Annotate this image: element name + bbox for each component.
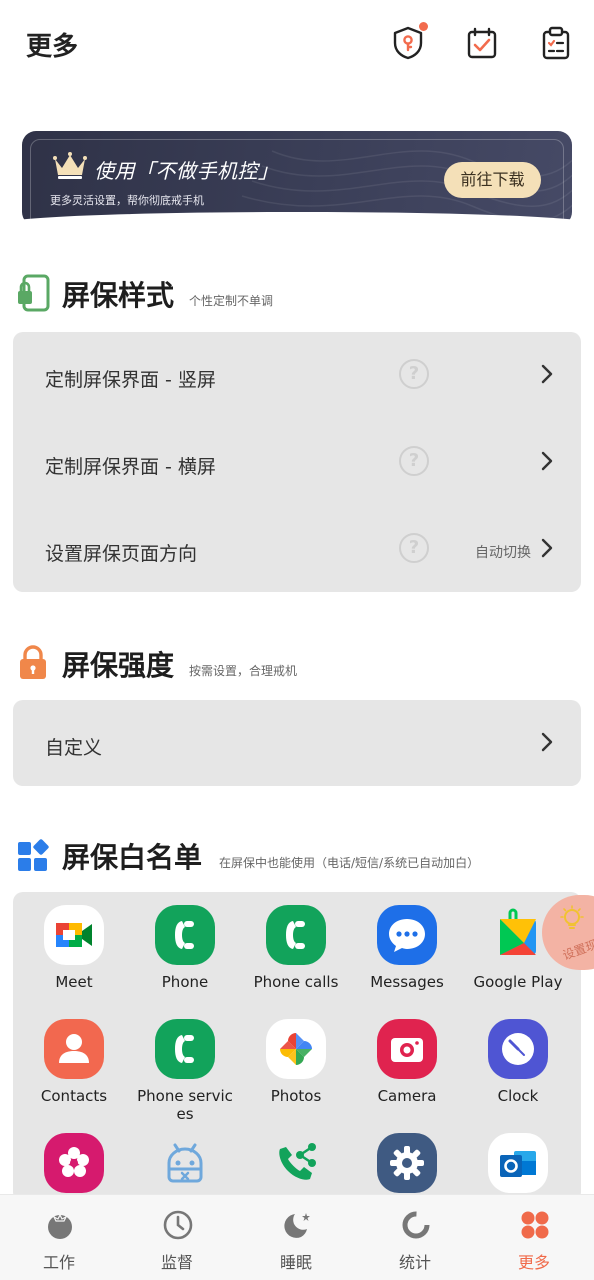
chevron-right-icon	[539, 360, 555, 388]
google-meet-icon	[44, 905, 104, 965]
app-item-camera[interactable]: Camera	[357, 1006, 457, 1120]
flower-app-icon	[44, 1133, 104, 1193]
section-header-strength: 屏保强度 按需设置，合理戒机	[16, 642, 576, 686]
app-label: Google Play	[473, 973, 563, 991]
banner-curve-mask	[0, 212, 594, 242]
app-label: Messages	[370, 973, 444, 991]
strength-settings-card: 自定义	[13, 700, 581, 786]
app-item-phone-calls[interactable]: Phone calls	[246, 892, 346, 1006]
clock-tab-icon	[162, 1209, 194, 1241]
android-robot-icon	[155, 1133, 215, 1193]
app-item-contacts[interactable]: Contacts	[24, 1006, 124, 1120]
phone-calls-icon	[266, 905, 326, 965]
row-screen-orientation[interactable]: 设置屏保页面方向 ? 自动切换	[13, 506, 581, 592]
app-label: Meet	[55, 973, 93, 991]
row-label: 自定义	[45, 737, 103, 759]
phone-icon	[155, 905, 215, 965]
app-item-photos[interactable]: Photos	[246, 1006, 346, 1120]
section-subtitle-whitelist: 在屏保中也能使用（电话/短信/系统已自动加白）	[219, 856, 480, 870]
camera-icon	[377, 1019, 437, 1079]
contacts-icon	[44, 1019, 104, 1079]
task-calendar-icon[interactable]	[466, 26, 498, 60]
app-item-messages[interactable]: Messages	[357, 892, 457, 1006]
tab-label: 睡眠	[279, 1253, 312, 1272]
tab-sleep[interactable]: 睡眠	[237, 1195, 355, 1280]
app-label: Phone services	[137, 1087, 233, 1123]
crown-icon	[53, 152, 87, 179]
header: 更多	[0, 0, 594, 90]
app-label: Photos	[270, 1087, 322, 1105]
app-item-flower[interactable]	[24, 1120, 124, 1202]
tab-label: 监督	[160, 1253, 193, 1272]
app-item-clock[interactable]: Clock	[468, 1006, 568, 1120]
app-grid-icon	[16, 836, 50, 874]
row-custom-strength[interactable]: 自定义	[13, 700, 581, 786]
orientation-value: 自动切换	[475, 545, 531, 561]
app-item-phone-services[interactable]: Phone services	[135, 1006, 235, 1123]
floating-label: 设置现	[560, 937, 594, 963]
tab-label: 更多	[517, 1253, 550, 1272]
section-title-style: 屏保样式	[62, 279, 175, 312]
help-icon[interactable]: ?	[399, 359, 429, 389]
section-title-strength: 屏保强度	[62, 649, 175, 682]
app-item-outlook[interactable]	[468, 1120, 568, 1202]
app-label: Phone	[161, 973, 209, 991]
tab-more[interactable]: 更多	[475, 1195, 593, 1280]
shield-key-icon[interactable]	[392, 22, 428, 60]
app-item-settings[interactable]	[357, 1120, 457, 1202]
banner-title: 使用「不做手机控」	[94, 159, 279, 183]
chevron-right-icon	[539, 534, 555, 562]
call-share-icon	[266, 1133, 326, 1193]
section-subtitle-style: 个性定制不单调	[189, 294, 274, 308]
tab-label: 统计	[398, 1253, 431, 1272]
google-play-icon	[488, 905, 548, 965]
padlock-icon	[16, 644, 50, 682]
section-header-style: 屏保样式 个性定制不单调	[16, 272, 576, 316]
tomato-icon	[44, 1209, 76, 1241]
tab-work[interactable]: 工作	[0, 1195, 118, 1280]
app-item-phone[interactable]: Phone	[135, 892, 235, 1006]
app-label: Phone calls	[253, 973, 339, 991]
grid-more-icon	[519, 1209, 551, 1241]
page-title: 更多	[26, 32, 79, 62]
row-portrait-screensaver[interactable]: 定制屏保界面 - 竖屏 ?	[13, 332, 581, 418]
notification-dot	[419, 22, 428, 31]
chevron-right-icon	[539, 728, 555, 756]
banner-subtitle: 更多灵活设置，帮你彻底戒手机	[50, 194, 204, 207]
messages-icon	[377, 905, 437, 965]
google-photos-icon	[266, 1019, 326, 1079]
lightbulb-icon	[560, 905, 584, 929]
section-header-whitelist: 屏保白名单 在屏保中也能使用（电话/短信/系统已自动加白）	[16, 834, 586, 878]
row-label: 定制屏保界面 - 横屏	[45, 456, 216, 478]
outlook-icon	[488, 1133, 548, 1193]
app-label: Camera	[377, 1087, 437, 1105]
phone-lock-icon	[16, 274, 50, 312]
tab-label: 工作	[42, 1253, 75, 1272]
row-landscape-screensaver[interactable]: 定制屏保界面 - 横屏 ?	[13, 419, 581, 505]
tab-supervise[interactable]: 监督	[118, 1195, 236, 1280]
help-icon[interactable]: ?	[399, 533, 429, 563]
row-label: 定制屏保界面 - 竖屏	[45, 369, 216, 391]
chevron-right-icon	[539, 447, 555, 475]
clipboard-list-icon[interactable]	[540, 26, 572, 60]
bottom-tab-bar: 工作 监督 睡眠 统计 更多	[0, 1194, 594, 1280]
whitelist-app-grid: Meet Phone Phone calls Messages Google P…	[13, 892, 581, 1202]
app-label: Contacts	[40, 1087, 108, 1105]
help-icon[interactable]: ?	[399, 446, 429, 476]
app-item-meet[interactable]: Meet	[24, 892, 124, 1006]
tab-stats[interactable]: 统计	[356, 1195, 474, 1280]
app-label: Clock	[497, 1087, 539, 1105]
phone-services-icon	[155, 1019, 215, 1079]
moon-icon	[281, 1209, 313, 1241]
row-label: 设置屏保页面方向	[45, 543, 198, 565]
section-subtitle-strength: 按需设置，合理戒机	[189, 664, 298, 678]
style-settings-card: 定制屏保界面 - 竖屏 ? 定制屏保界面 - 横屏 ? 设置屏保页面方向 ? 自…	[13, 332, 581, 592]
app-item-call-share[interactable]	[246, 1120, 346, 1202]
app-item-android[interactable]	[135, 1120, 235, 1202]
section-title-whitelist: 屏保白名单	[62, 841, 203, 874]
ring-chart-icon	[400, 1209, 432, 1241]
download-button[interactable]: 前往下载	[444, 162, 541, 198]
clock-icon	[488, 1019, 548, 1079]
settings-icon	[377, 1133, 437, 1193]
